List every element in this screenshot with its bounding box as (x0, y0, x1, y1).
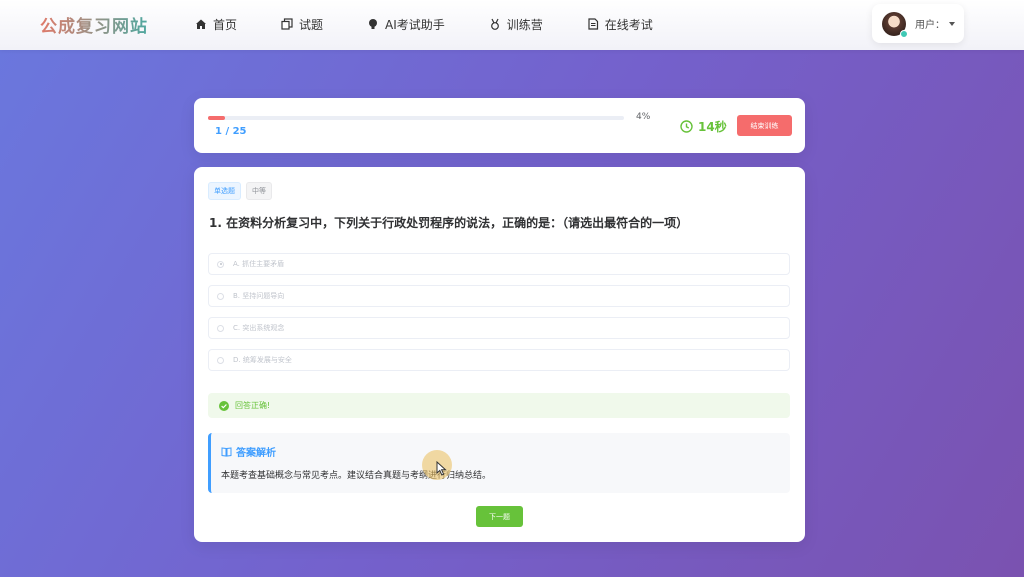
radio-d[interactable] (217, 356, 224, 364)
user-label: 用户： (915, 20, 945, 31)
nav-item-ai-assistant[interactable]: AI考试助手 (367, 16, 445, 33)
analysis-text: 本题考查基础概念与常见考点。建议结合真题与考纲进行归纳总结。 (221, 471, 492, 481)
copy-icon (281, 18, 293, 30)
timer-value: 14秒 (698, 120, 727, 134)
progress-bar-fill (208, 116, 225, 120)
option-c-text: C. 突出系统观念 (233, 324, 285, 332)
home-icon (195, 18, 207, 30)
nav-item-online-exam[interactable]: 在线考试 (587, 16, 653, 33)
option-d[interactable]: D. 统筹发展与安全 (208, 349, 790, 371)
analysis-header: 答案解析 (221, 444, 276, 459)
site-logo[interactable]: 公成复习网站 (40, 12, 148, 37)
end-training-button[interactable]: 结束训练 (737, 115, 792, 136)
timer: 14秒 (680, 118, 727, 135)
document-icon (587, 18, 599, 30)
book-icon (221, 447, 232, 457)
nav-item-bootcamp[interactable]: 训练营 (489, 16, 543, 33)
nav-item-questions[interactable]: 试题 (281, 16, 323, 33)
option-b-text: B. 坚持问题导向 (233, 292, 285, 300)
result-text: 回答正确! (235, 401, 271, 410)
answer-analysis: 答案解析 本题考查基础概念与常见考点。建议结合真题与考纲进行归纳总结。 (208, 433, 790, 493)
nav-label-questions: 试题 (299, 17, 324, 32)
progress-percent: 4% (636, 112, 651, 122)
caret-down-icon (949, 21, 955, 26)
analysis-title: 答案解析 (236, 448, 276, 459)
clock-icon (680, 120, 693, 133)
medal-icon (489, 18, 501, 30)
difficulty-tag: 中等 (246, 182, 272, 200)
radio-c[interactable] (217, 324, 224, 332)
top-navbar: 公成复习网站 首页 试题 AI考试助手 训练营 在线考试 用户： (0, 0, 1024, 50)
nav-label-bootcamp: 训练营 (506, 17, 543, 32)
result-banner: 回答正确! (208, 393, 790, 418)
option-a[interactable]: A. 抓住主要矛盾 (208, 253, 790, 275)
nav-item-home[interactable]: 首页 (195, 16, 237, 33)
question-card: 单选题 中等 1. 在资料分析复习中，下列关于行政处罚程序的说法，正确的是：（请… (194, 167, 805, 542)
question-title: 1. 在资料分析复习中，下列关于行政处罚程序的说法，正确的是：（请选出最符合的一… (209, 216, 689, 230)
option-d-text: D. 统筹发展与安全 (233, 356, 292, 364)
check-circle-icon (219, 400, 229, 411)
nav-label-ai-assistant: AI考试助手 (385, 17, 445, 32)
user-menu[interactable]: 用户： (872, 4, 964, 43)
main-nav: 首页 试题 AI考试助手 训练营 在线考试 (195, 0, 697, 48)
avatar (882, 11, 908, 38)
bulb-icon (367, 18, 379, 30)
question-counter: 1 / 25 (215, 126, 247, 137)
progress-card: 4% 1 / 25 14秒 结束训练 (194, 98, 805, 153)
nav-label-online-exam: 在线考试 (604, 17, 653, 32)
radio-a[interactable] (217, 260, 224, 268)
online-status-dot (900, 29, 908, 38)
progress-bar (208, 116, 624, 120)
next-question-button[interactable]: 下一题 (476, 506, 523, 527)
option-b[interactable]: B. 坚持问题导向 (208, 285, 790, 307)
option-a-text: A. 抓住主要矛盾 (233, 260, 285, 268)
question-tags: 单选题 中等 (208, 182, 277, 200)
radio-b[interactable] (217, 292, 224, 300)
question-type-tag: 单选题 (208, 182, 241, 200)
option-c[interactable]: C. 突出系统观念 (208, 317, 790, 339)
nav-label-home: 首页 (213, 17, 238, 32)
options-list: A. 抓住主要矛盾 B. 坚持问题导向 C. 突出系统观念 D. 统筹发展与安全 (208, 253, 790, 381)
